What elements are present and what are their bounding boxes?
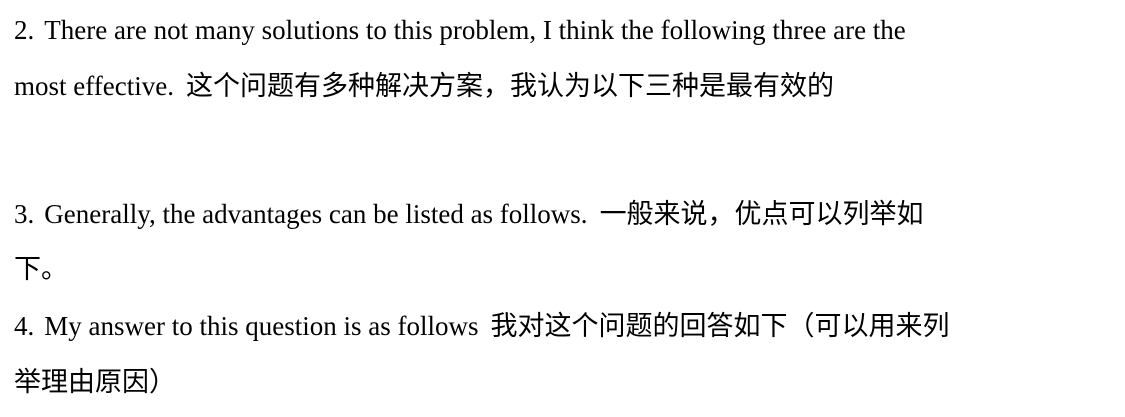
item-3-english-text: Generally, the advantages can be listed … bbox=[44, 199, 588, 229]
item-3-number: 3. bbox=[14, 199, 35, 229]
item-4-english-text: My answer to this question is as follows bbox=[44, 311, 479, 341]
item-2-chinese-text: 这个问题有多种解决方案，我认为以下三种是最有效的 bbox=[185, 71, 834, 102]
item-2-line-1: 2. There are not many solutions to this p… bbox=[14, 13, 906, 47]
item-4-chinese-continuation: 举理由原因） bbox=[14, 367, 176, 398]
item-3-line-1: 3. Generally, the advantages can be liste… bbox=[14, 197, 924, 232]
item-4-number: 4. bbox=[14, 311, 35, 341]
item-2-english-text: There are not many solutions to this pro… bbox=[44, 15, 906, 45]
item-2-english-continuation: most effective. bbox=[14, 71, 174, 101]
item-2-number: 2. bbox=[14, 15, 35, 45]
item-4-line-1: 4. My answer to this question is as follo… bbox=[14, 309, 949, 344]
document-page: 2. There are not many solutions to this p… bbox=[0, 0, 1125, 417]
item-3-chinese-text: 一般来说，优点可以列举如 bbox=[599, 199, 924, 230]
item-2-line-2: most effective. 这个问题有多种解决方案，我认为以下三种是最有效的 bbox=[14, 69, 834, 104]
item-4-chinese-text: 我对这个问题的回答如下（可以用来列 bbox=[490, 311, 950, 342]
item-3-chinese-continuation: 下。 bbox=[14, 254, 68, 285]
item-4-line-2: 举理由原因） bbox=[14, 365, 176, 400]
item-3-line-2: 下。 bbox=[14, 252, 68, 287]
